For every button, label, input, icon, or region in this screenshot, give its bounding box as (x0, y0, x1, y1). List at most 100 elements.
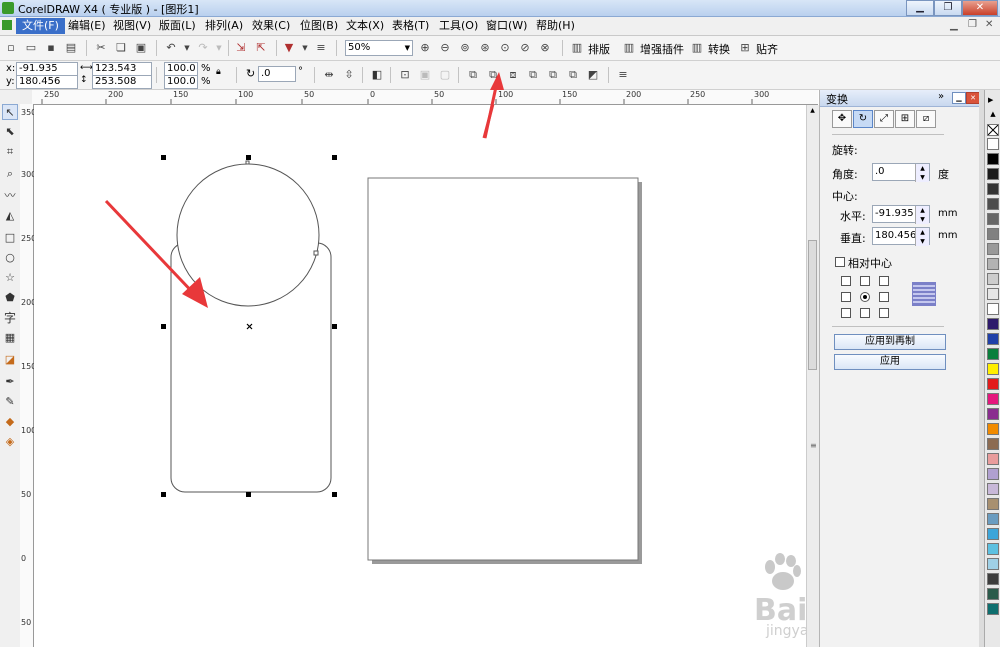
table-tool-icon[interactable]: ▦ (2, 330, 18, 346)
color-swatch[interactable] (987, 603, 999, 615)
menu-edit[interactable]: 编辑(E) (62, 18, 112, 34)
horizontal-field[interactable]: -91.935 ▲ ▼ (872, 205, 930, 224)
menu-layout[interactable]: 版面(L) (153, 18, 202, 34)
zoom-width-icon[interactable]: ⊘ (518, 41, 532, 55)
zoom-page-icon[interactable]: ⊙ (498, 41, 512, 55)
smart-fill-tool-icon[interactable]: ◭ (2, 208, 18, 224)
zoom-selected-icon[interactable]: ⊚ (458, 41, 472, 55)
color-swatch[interactable] (987, 438, 999, 450)
anchor-top-left[interactable] (841, 276, 851, 286)
apply-to-duplicate-button[interactable]: 应用到再制 (834, 334, 946, 350)
zoom-out-icon[interactable]: ⊖ (438, 41, 452, 55)
mirror-horizontal-icon[interactable]: ⇹ (322, 68, 336, 82)
color-swatch[interactable] (987, 468, 999, 480)
export-icon[interactable]: ⇱ (254, 41, 268, 55)
color-swatch[interactable] (987, 183, 999, 195)
interactive-blend-tool-icon[interactable]: ◪ (2, 352, 18, 368)
snap-button[interactable]: 贴齐 (756, 41, 778, 57)
redo-dropdown-icon[interactable]: ▼ (212, 41, 226, 55)
x-position-field[interactable]: -91.935 mm (16, 62, 78, 86)
anchor-center[interactable] (860, 292, 870, 302)
front-minus-back-icon[interactable]: ⧉ (546, 68, 560, 82)
simplify-icon[interactable]: ⧉ (526, 68, 540, 82)
angle-spinner[interactable]: ▲ ▼ (915, 164, 929, 182)
color-swatch[interactable] (987, 528, 999, 540)
splitter-grip-icon[interactable]: ≡ (810, 441, 817, 450)
no-color-swatch[interactable] (987, 124, 999, 136)
color-swatch[interactable] (987, 243, 999, 255)
menu-file[interactable]: 文件(F) (16, 18, 65, 34)
color-swatch[interactable] (987, 498, 999, 510)
app-launcher-dropdown-icon[interactable]: ▼ (298, 41, 312, 55)
undo-dropdown-icon[interactable]: ▼ (180, 41, 194, 55)
scale-width-field[interactable]: 100.0 (164, 62, 198, 76)
color-swatch[interactable] (987, 258, 999, 270)
outline-width-icon[interactable]: ≡ (616, 68, 630, 82)
polygon-tool-icon[interactable]: ☆ (2, 270, 18, 286)
redo-icon[interactable]: ↷ (196, 41, 210, 55)
text-tool-icon[interactable]: 字 (2, 310, 18, 326)
color-swatch[interactable] (987, 588, 999, 600)
color-swatch[interactable] (987, 348, 999, 360)
interactive-fill-tool-icon[interactable]: ◈ (2, 434, 18, 450)
scale-mirror-mode-icon[interactable]: ⤢ (874, 110, 894, 128)
weld-icon[interactable]: ⧉ (466, 68, 480, 82)
zoom-all-icon[interactable]: ⊛ (478, 41, 492, 55)
app-launcher-icon[interactable]: ▼ (282, 41, 296, 55)
anchor-top-right[interactable] (879, 276, 889, 286)
anchor-bottom-right[interactable] (879, 308, 889, 318)
print-icon[interactable]: ▤ (64, 41, 78, 55)
freehand-tool-icon[interactable]: 〰 (2, 188, 18, 204)
copy-icon[interactable]: ❏ (114, 41, 128, 55)
plugins-button[interactable]: 增强插件 (640, 41, 684, 57)
shape-tool-icon[interactable]: ⬉ (2, 124, 18, 140)
color-swatch[interactable] (987, 558, 999, 570)
zoom-in-icon[interactable]: ⊕ (418, 41, 432, 55)
menu-help[interactable]: 帮助(H) (530, 18, 581, 34)
color-swatch[interactable] (987, 363, 999, 375)
palette-scroll-up-icon[interactable]: ▶ (988, 96, 993, 104)
break-apart-icon[interactable]: ▢ (438, 68, 452, 82)
mirror-vertical-icon[interactable]: ⇳ (342, 68, 356, 82)
restore-button[interactable]: ❐ (934, 0, 962, 16)
menu-tools[interactable]: 工具(O) (433, 18, 484, 34)
convert-button[interactable]: 转换 (708, 41, 730, 57)
new-icon[interactable]: ▫ (4, 41, 18, 55)
fill-tool-icon[interactable]: ◆ (2, 414, 18, 430)
zoom-select[interactable]: 50% ▼ (345, 40, 413, 56)
zoom-tool-icon[interactable]: ⌕ (2, 166, 18, 182)
anchor-bottom-left[interactable] (841, 308, 851, 318)
vertical-spinner[interactable]: ▲ ▼ (915, 228, 929, 246)
size-mode-icon[interactable]: ⊞ (895, 110, 915, 128)
menu-effects[interactable]: 效果(C) (246, 18, 296, 34)
drawing-canvas[interactable]: Bai du 经验 jingyan.baidu.com (34, 105, 931, 647)
pick-tool-icon[interactable]: ↖ (2, 104, 18, 120)
palette-up-icon[interactable]: ▲ (987, 110, 999, 122)
color-swatch[interactable] (987, 543, 999, 555)
color-swatch[interactable] (987, 138, 999, 150)
layout-button[interactable]: 排版 (588, 41, 610, 57)
color-swatch[interactable] (987, 303, 999, 315)
menu-bitmaps[interactable]: 位图(B) (294, 18, 344, 34)
paste-icon[interactable]: ▣ (134, 41, 148, 55)
color-swatch[interactable] (987, 378, 999, 390)
anchor-top-center[interactable] (860, 276, 870, 286)
color-swatch[interactable] (987, 393, 999, 405)
color-swatch[interactable] (987, 513, 999, 525)
color-swatch[interactable] (987, 168, 999, 180)
scroll-up-icon[interactable]: ▲ (808, 107, 817, 116)
rectangle-tool-icon[interactable]: □ (2, 230, 18, 246)
apply-button[interactable]: 应用 (834, 354, 946, 370)
color-swatch[interactable] (987, 198, 999, 210)
doc-minimize-icon[interactable]: ▁ (950, 20, 958, 31)
docker-minimize-icon[interactable]: ▁ (952, 92, 966, 104)
back-minus-front-icon[interactable]: ⧉ (566, 68, 580, 82)
angle-field[interactable]: .0 ▲ ▼ (872, 163, 930, 182)
color-swatch[interactable] (987, 153, 999, 165)
anchor-bottom-center[interactable] (860, 308, 870, 318)
close-button[interactable]: ✕ (962, 0, 998, 16)
color-swatch[interactable] (987, 273, 999, 285)
undo-icon[interactable]: ↶ (164, 41, 178, 55)
width-field[interactable]: 123.543 mm (92, 62, 152, 86)
y-position-field[interactable]: 180.456 mm (16, 75, 78, 99)
